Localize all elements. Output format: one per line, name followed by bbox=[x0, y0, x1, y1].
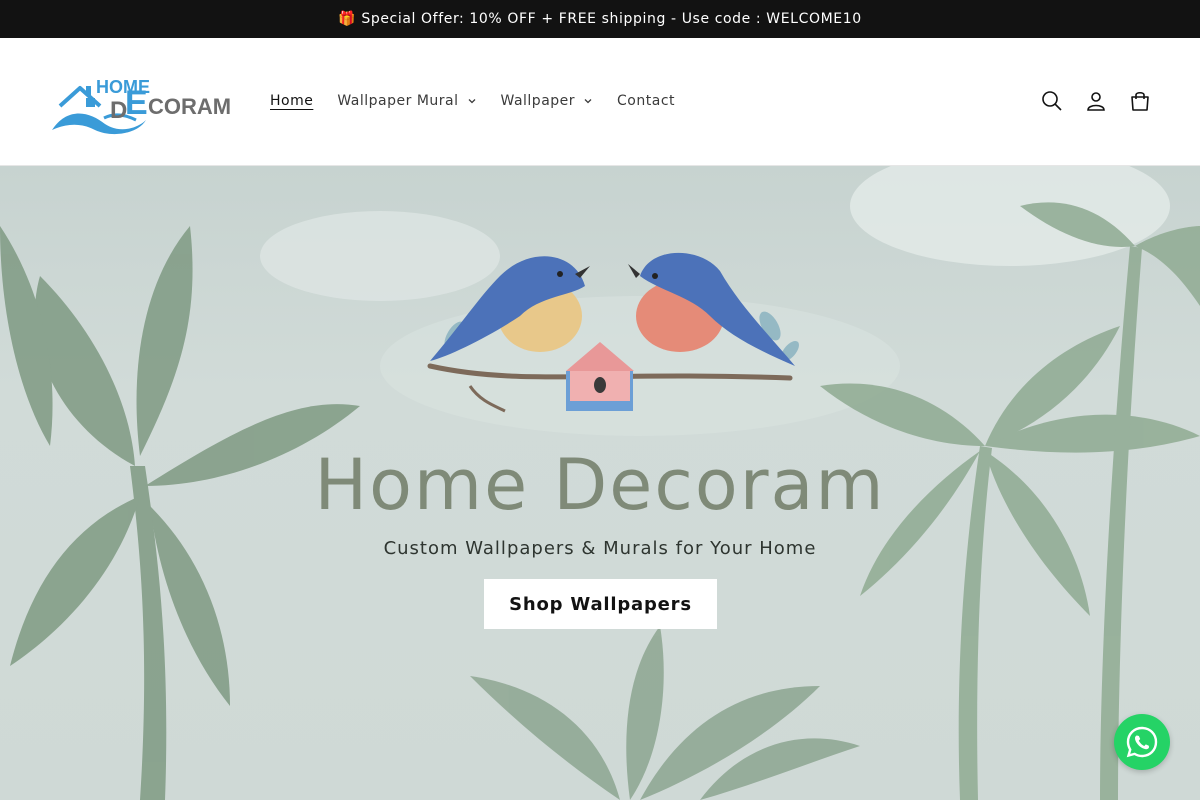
cart-icon bbox=[1131, 91, 1149, 111]
chevron-down-icon bbox=[584, 99, 592, 104]
whatsapp-button[interactable] bbox=[1114, 714, 1170, 770]
hero-title: Home Decoram bbox=[314, 444, 886, 526]
cart-button[interactable] bbox=[1118, 86, 1162, 116]
nav-item-home[interactable]: Home bbox=[270, 93, 313, 109]
shop-wallpapers-button[interactable]: Shop Wallpapers bbox=[484, 579, 717, 629]
nav-item-label: Contact bbox=[617, 93, 675, 109]
account-button[interactable] bbox=[1074, 86, 1118, 116]
nav-item-contact[interactable]: Contact bbox=[617, 93, 675, 109]
site-header: HOME D E CORAM Home Wallpaper Mural Wall… bbox=[0, 38, 1200, 166]
site-logo[interactable]: HOME D E CORAM bbox=[50, 76, 231, 136]
announcement-bar: 🎁 Special Offer: 10% OFF + FREE shipping… bbox=[0, 0, 1200, 38]
nav-item-label: Wallpaper Mural bbox=[337, 93, 459, 109]
logo-coram-text: CORAM bbox=[148, 94, 230, 119]
chevron-down-icon bbox=[468, 99, 475, 104]
search-button[interactable] bbox=[1030, 86, 1074, 116]
account-icon bbox=[1087, 92, 1105, 111]
search-icon bbox=[1042, 91, 1062, 111]
hero-subtitle: Custom Wallpapers & Murals for Your Home bbox=[383, 538, 817, 559]
nav-item-label: Wallpaper bbox=[500, 93, 576, 109]
logo-e-letter: E bbox=[125, 84, 148, 122]
header-icons bbox=[1030, 86, 1162, 116]
nav-item-label: Home bbox=[270, 93, 314, 109]
announcement-text: 🎁 Special Offer: 10% OFF + FREE shipping… bbox=[338, 11, 862, 27]
hero-banner: Home Decoram Custom Wallpapers & Murals … bbox=[0, 166, 1200, 800]
main-nav: Home Wallpaper Mural Wallpaper Contact bbox=[270, 88, 699, 114]
nav-item-wallpaper-mural[interactable]: Wallpaper Mural bbox=[337, 93, 476, 109]
whatsapp-icon bbox=[1126, 726, 1158, 758]
nav-item-wallpaper[interactable]: Wallpaper bbox=[501, 93, 594, 109]
